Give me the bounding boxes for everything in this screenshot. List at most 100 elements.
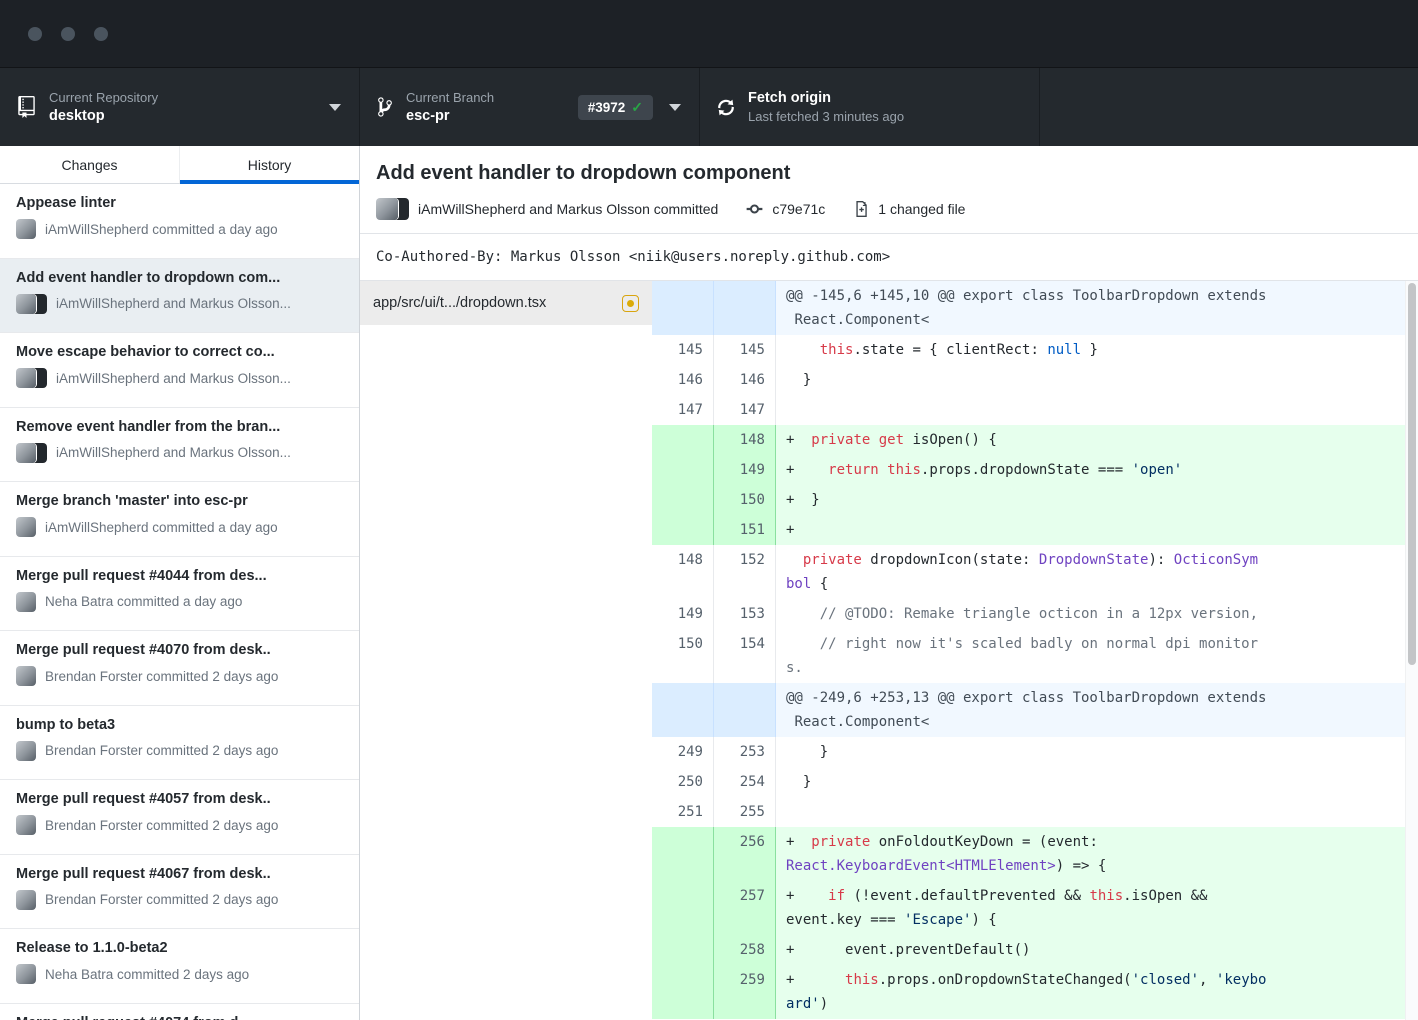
- file-modified-status-icon: [622, 295, 639, 312]
- new-line-number: 147: [714, 395, 776, 425]
- minimize-window-button[interactable]: [61, 27, 75, 41]
- new-line-number: 257: [714, 881, 776, 935]
- diff-code-line: + this.props.onDropdownStateChanged('clo…: [776, 965, 1405, 1019]
- close-window-button[interactable]: [28, 27, 42, 41]
- commit-item-title: Remove event handler from the bran...: [16, 419, 343, 435]
- commit-list-item[interactable]: Merge pull request #4057 from desk..Bren…: [0, 780, 359, 855]
- diff-zone: app/src/ui/t.../dropdown.tsx @@ -145,6 +…: [360, 281, 1418, 1020]
- new-line-number: 253: [714, 737, 776, 767]
- old-line-number: 149: [652, 599, 714, 629]
- commit-list: Appease linteriAmWillShepherd committed …: [0, 184, 359, 1020]
- old-line-number: 145: [652, 335, 714, 365]
- scrollbar-thumb[interactable]: [1408, 283, 1416, 665]
- commit-item-meta: Brendan Forster committed 2 days ago: [16, 741, 343, 761]
- diff-code-line: // @TODO: Remake triangle octicon in a 1…: [776, 599, 1405, 629]
- commit-item-title: Merge pull request #4057 from desk..: [16, 791, 343, 807]
- commit-item-title: Release to 1.1.0-beta2: [16, 940, 343, 956]
- commit-item-meta: iAmWillShepherd committed a day ago: [16, 517, 343, 537]
- new-line-number: 149: [714, 455, 776, 485]
- avatar: [376, 198, 398, 220]
- diff-code-line: [776, 797, 1405, 827]
- commit-item-byline: Brendan Forster committed 2 days ago: [45, 669, 278, 684]
- diff-scrollbar[interactable]: [1405, 281, 1418, 1020]
- pull-request-badge: #3972 ✓: [578, 95, 653, 120]
- new-line-number: 145: [714, 335, 776, 365]
- commit-list-item[interactable]: Remove event handler from the bran...iAm…: [0, 408, 359, 483]
- commit-list-item[interactable]: Merge pull request #4074 from d...: [0, 1004, 359, 1020]
- old-line-number: [652, 827, 714, 881]
- tab-changes[interactable]: Changes: [0, 146, 179, 183]
- current-repository-value: desktop: [49, 108, 158, 124]
- commit-item-byline: iAmWillShepherd and Markus Olsson...: [56, 296, 291, 311]
- chevron-down-icon: [669, 104, 681, 111]
- old-line-number: [652, 455, 714, 485]
- commit-list-item[interactable]: Release to 1.1.0-beta2Neha Batra committ…: [0, 929, 359, 1004]
- sidebar: Changes History Appease linteriAmWillShe…: [0, 146, 360, 1020]
- diff-code-line: + private get isOpen() {: [776, 425, 1405, 455]
- sidebar-tabs: Changes History: [0, 146, 359, 184]
- tab-history[interactable]: History: [179, 146, 359, 183]
- commit-item-meta: iAmWillShepherd and Markus Olsson...: [16, 294, 343, 314]
- commit-item-meta: Neha Batra committed a day ago: [16, 592, 343, 612]
- current-branch-button[interactable]: Current Branch esc-pr #3972 ✓: [360, 68, 700, 146]
- diff-row-hunk: @@ -145,6 +145,10 @@ export class Toolba…: [652, 281, 1405, 335]
- new-line-number: 152: [714, 545, 776, 599]
- avatar: [16, 666, 36, 686]
- github-desktop-window: Current Repository desktop Current Branc…: [0, 0, 1418, 1020]
- new-line-number: 259: [714, 965, 776, 1019]
- commit-item-byline: iAmWillShepherd and Markus Olsson...: [56, 371, 291, 386]
- commit-item-byline: iAmWillShepherd committed a day ago: [45, 520, 278, 535]
- new-line-number: 146: [714, 365, 776, 395]
- git-commit-icon: [746, 200, 763, 218]
- new-line-number: 151: [714, 515, 776, 545]
- commit-list-item[interactable]: Merge pull request #4067 from desk..Bren…: [0, 855, 359, 930]
- diff-row-context: 150154 // right now it's scaled badly on…: [652, 629, 1405, 683]
- fetch-origin-button[interactable]: Fetch origin Last fetched 3 minutes ago: [700, 68, 1040, 146]
- commit-list-item[interactable]: Merge pull request #4044 from des... Neha…: [0, 557, 359, 632]
- avatar: [16, 964, 36, 984]
- commit-sha[interactable]: c79e71c: [772, 201, 825, 217]
- avatar: [16, 294, 36, 314]
- new-line-number: 254: [714, 767, 776, 797]
- diff-row-context: 149153 // @TODO: Remake triangle octicon…: [652, 599, 1405, 629]
- commit-byline: iAmWillShepherd and Markus Olsson commit…: [418, 201, 718, 217]
- current-repository-button[interactable]: Current Repository desktop: [0, 68, 360, 146]
- diff-row-added: 258+ event.preventDefault(): [652, 935, 1405, 965]
- commit-list-item[interactable]: Move escape behavior to correct co...iAm…: [0, 333, 359, 408]
- diff-row-added: 151+: [652, 515, 1405, 545]
- avatar: [16, 517, 36, 537]
- avatar: [16, 890, 36, 910]
- commit-list-item[interactable]: bump to beta3Brendan Forster committed 2…: [0, 706, 359, 781]
- new-line-number: [714, 683, 776, 737]
- avatar: [16, 964, 36, 984]
- commit-title: Add event handler to dropdown component: [376, 162, 1402, 185]
- commit-description: Co-Authored-By: Markus Olsson <niik@user…: [360, 234, 1418, 281]
- old-line-number: 249: [652, 737, 714, 767]
- diff-row-hunk: @@ -249,6 +253,13 @@ export class Toolba…: [652, 683, 1405, 737]
- commit-list-item[interactable]: Merge branch 'master' into esc-priAmWill…: [0, 482, 359, 557]
- diff-row-added: 256+ private onFoldoutKeyDown = (event: …: [652, 827, 1405, 881]
- current-branch-label: Current Branch: [406, 90, 494, 105]
- sync-icon: [718, 97, 734, 118]
- maximize-window-button[interactable]: [94, 27, 108, 41]
- diff-code-line: @@ -249,6 +253,13 @@ export class Toolba…: [776, 683, 1405, 737]
- old-line-number: 147: [652, 395, 714, 425]
- avatar: [16, 443, 36, 463]
- commit-item-byline: iAmWillShepherd committed a day ago: [45, 222, 278, 237]
- old-line-number: [652, 935, 714, 965]
- commit-list-item[interactable]: Add event handler to dropdown com...iAmW…: [0, 259, 359, 334]
- avatar: [16, 294, 47, 314]
- old-line-number: [652, 683, 714, 737]
- commit-item-title: Merge pull request #4044 from des...: [16, 568, 343, 584]
- commit-list-item[interactable]: Appease linteriAmWillShepherd committed …: [0, 184, 359, 259]
- changed-files-count: 1 changed file: [878, 201, 965, 217]
- avatar: [16, 815, 36, 835]
- chevron-down-icon: [329, 104, 341, 111]
- avatar: [16, 592, 36, 612]
- pull-request-number: #3972: [588, 100, 626, 115]
- fetch-origin-title: Fetch origin: [748, 90, 904, 106]
- fetch-origin-subtitle: Last fetched 3 minutes ago: [748, 109, 904, 124]
- commit-list-item[interactable]: Merge pull request #4070 from desk..Bren…: [0, 631, 359, 706]
- commit-item-byline: Neha Batra committed a day ago: [45, 594, 242, 609]
- file-list-item[interactable]: app/src/ui/t.../dropdown.tsx: [360, 281, 652, 325]
